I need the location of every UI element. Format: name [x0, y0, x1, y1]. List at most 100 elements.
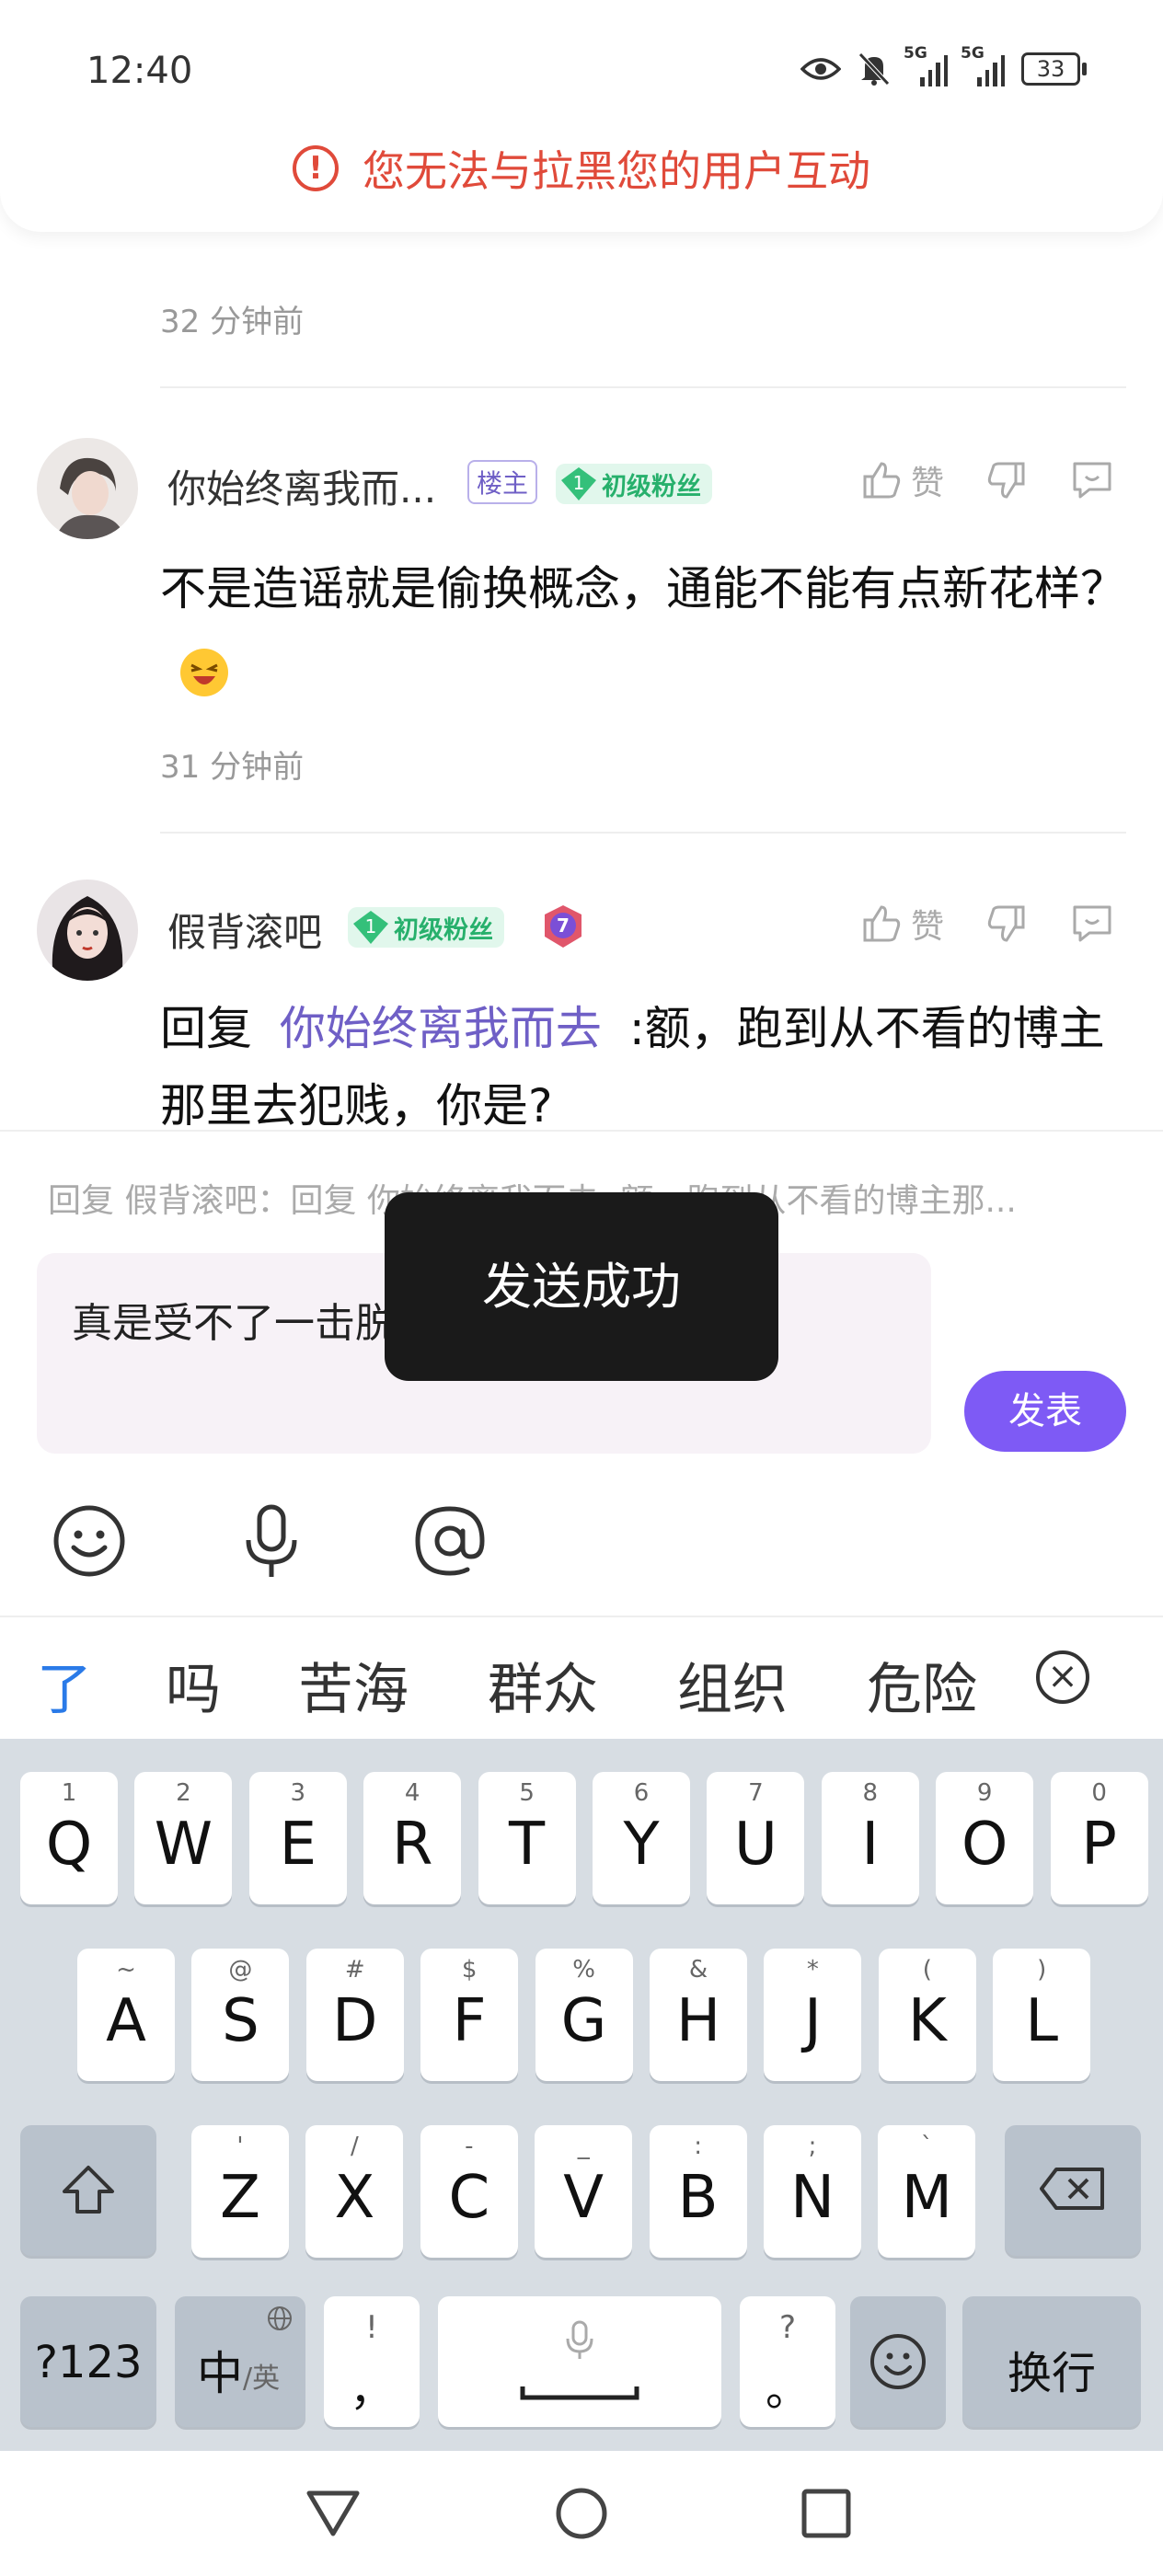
- comment-actions: 赞: [859, 456, 1115, 504]
- letter-key[interactable]: 3E: [248, 1772, 347, 1904]
- globe-icon: [268, 2306, 292, 2330]
- period-key[interactable]: ? 。: [740, 2296, 835, 2427]
- gem-icon: 1: [556, 464, 602, 504]
- emoji-button[interactable]: [48, 1500, 131, 1582]
- recents-icon[interactable]: [800, 2488, 852, 2539]
- candidate-word[interactable]: 组织: [677, 1645, 788, 1725]
- system-navigation-bar: [0, 2451, 1163, 2576]
- microphone-icon: [566, 2320, 593, 2359]
- comma-key[interactable]: ! ，: [324, 2296, 420, 2427]
- letter-key[interactable]: 6Y: [593, 1772, 690, 1904]
- backspace-icon: [1040, 2168, 1104, 2210]
- mention-link[interactable]: 你始终离我而去: [280, 1002, 602, 1055]
- signal-icon-2: 5G: [961, 44, 1005, 86]
- eye-icon: [800, 58, 841, 80]
- letter-key[interactable]: -C: [420, 2125, 518, 2258]
- emoji-icon: [53, 1505, 125, 1577]
- at-sign-icon: [415, 1506, 485, 1576]
- close-candidates-icon[interactable]: ×: [1036, 1650, 1089, 1704]
- back-icon[interactable]: [305, 2488, 361, 2539]
- candidate-word[interactable]: 吗: [166, 1645, 221, 1725]
- svg-text:1: 1: [365, 915, 377, 937]
- keyboard: 1Q2W3E4R5T6Y7U8I9O0P ~ A @ S # D $ F% G & H * J(K) L …: [0, 1739, 1163, 2451]
- letter-key[interactable]: * J: [764, 1949, 862, 2081]
- laughing-emoji-icon: [178, 644, 230, 696]
- battery-icon: 33: [1021, 52, 1087, 86]
- home-icon[interactable]: [554, 2486, 609, 2541]
- space-key[interactable]: [438, 2296, 721, 2427]
- letter-key[interactable]: & H: [650, 1949, 747, 2081]
- thumb-down-icon[interactable]: [985, 902, 1029, 946]
- letter-key[interactable]: 4R: [363, 1772, 462, 1904]
- comment-time: 32 分钟前: [160, 304, 305, 340]
- letter-key[interactable]: 0P: [1050, 1772, 1148, 1904]
- letter-key[interactable]: $ F: [420, 1949, 519, 2081]
- letter-key[interactable]: 9O: [936, 1772, 1034, 1904]
- reply-input-value: 真是受不了一击脱离: [72, 1300, 436, 1347]
- fan-badge: 1 初级粉丝: [348, 907, 504, 948]
- gem-icon: 1: [348, 907, 394, 948]
- candidate-word[interactable]: 危险: [867, 1645, 977, 1725]
- backspace-key[interactable]: [1005, 2125, 1141, 2256]
- mute-bell-icon: [858, 52, 890, 86]
- voice-button[interactable]: [230, 1500, 313, 1582]
- candidate-word[interactable]: 苦海: [298, 1645, 409, 1725]
- shift-icon: [63, 2166, 114, 2214]
- avatar[interactable]: [37, 438, 138, 539]
- language-switch-key[interactable]: 中 /英: [175, 2296, 305, 2427]
- letter-key[interactable]: # D: [305, 1949, 404, 2081]
- divider: [160, 386, 1126, 388]
- comment-text: 回复 你始终离我而去 :额，跑到从不看的博主那里去犯贱，你是?: [160, 1002, 1105, 1133]
- letter-key[interactable]: / X: [305, 2125, 404, 2258]
- fan-badge: 1 初级粉丝: [556, 464, 712, 504]
- emoji-icon: [870, 2334, 926, 2389]
- letter-key[interactable]: @ S: [191, 1949, 290, 2081]
- letter-key[interactable]: ` M: [878, 2125, 976, 2258]
- top-card: 12:40 5G 5G 33 ! 您无法与拉黑您的用户互动: [0, 0, 1163, 232]
- reply-comment-icon[interactable]: [1069, 902, 1115, 946]
- candidate-word[interactable]: 了: [37, 1645, 92, 1725]
- thumb-up-icon: [863, 462, 901, 499]
- mention-button[interactable]: [409, 1500, 491, 1582]
- signal-icon-1: 5G: [904, 44, 948, 86]
- letter-key[interactable]: :B: [649, 2125, 747, 2258]
- candidate-word[interactable]: 群众: [488, 1645, 598, 1725]
- letter-key[interactable]: 1Q: [20, 1772, 118, 1904]
- username[interactable]: 假背滚吧: [167, 902, 322, 958]
- letter-key[interactable]: ' Z: [191, 2125, 289, 2258]
- microphone-icon: [246, 1504, 297, 1577]
- letter-key[interactable]: 8I: [821, 1772, 919, 1904]
- letter-key[interactable]: 7U: [707, 1772, 805, 1904]
- like-button[interactable]: 赞: [859, 456, 944, 504]
- symbols-key[interactable]: ?123: [20, 2296, 156, 2427]
- reply-comment-icon[interactable]: [1069, 458, 1115, 502]
- banner-text: 您无法与拉黑您的用户互动: [363, 146, 870, 196]
- emoji-key[interactable]: [850, 2296, 946, 2427]
- level-badge-icon: 7: [541, 903, 585, 949]
- comment-time: 31 分钟前: [160, 749, 305, 786]
- status-icons: 5G 5G 33: [800, 44, 1087, 86]
- letter-key[interactable]: 5T: [478, 1772, 576, 1904]
- ime-candidate-bar: 了 吗 苦海 群众 组织 危险 ×: [0, 1616, 1163, 1741]
- thumb-down-icon[interactable]: [985, 458, 1029, 502]
- like-button[interactable]: 赞: [859, 900, 944, 948]
- letter-key[interactable]: ) L: [993, 1949, 1091, 2081]
- shift-key[interactable]: [20, 2125, 156, 2256]
- letter-key[interactable]: 2W: [134, 1772, 233, 1904]
- letter-key[interactable]: % G: [535, 1949, 633, 2081]
- thumb-up-icon: [863, 905, 901, 942]
- letter-key[interactable]: ~ A: [77, 1949, 175, 2081]
- post-button[interactable]: 发表: [964, 1371, 1126, 1452]
- letter-key[interactable]: (K: [878, 1949, 976, 2081]
- avatar[interactable]: [37, 880, 138, 981]
- enter-key[interactable]: 换行: [962, 2296, 1141, 2427]
- letter-key[interactable]: ; N: [764, 2125, 861, 2258]
- letter-key[interactable]: _ V: [535, 2125, 633, 2258]
- svg-text:1: 1: [573, 472, 585, 494]
- comment-actions: 赞: [859, 900, 1115, 948]
- username[interactable]: 你始终离我而...: [167, 458, 436, 514]
- status-time: 12:40: [86, 50, 193, 92]
- alert-circle-icon: !: [293, 145, 339, 191]
- divider: [160, 832, 1126, 834]
- space-bar-icon: [520, 2386, 639, 2400]
